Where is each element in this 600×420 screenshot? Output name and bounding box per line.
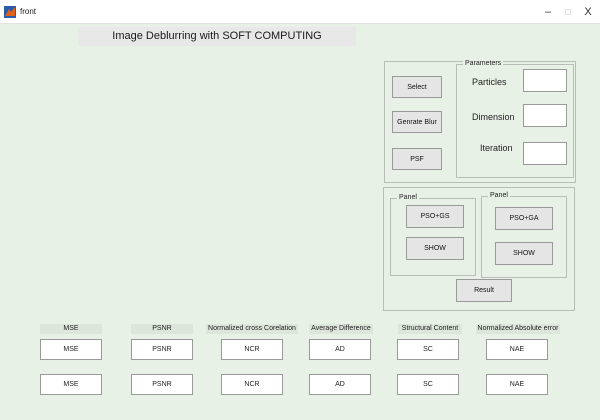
ad-field-1[interactable]: AD	[309, 339, 371, 360]
matlab-icon	[4, 6, 16, 18]
title-bar: front – □ X	[0, 0, 600, 24]
particles-label: Particles	[472, 77, 507, 87]
nae-field-2[interactable]: NAE	[486, 374, 548, 395]
metric-label: Average Difference	[309, 324, 373, 334]
mse-field-2[interactable]: MSE	[40, 374, 102, 395]
psf-button[interactable]: PSF	[392, 148, 442, 170]
dimension-input[interactable]	[523, 104, 567, 127]
iteration-input[interactable]	[523, 142, 567, 165]
close-button[interactable]: X	[576, 4, 600, 20]
metric-label: MSE	[40, 324, 102, 334]
pso-ga-show-button[interactable]: SHOW	[495, 242, 553, 265]
particles-input[interactable]	[523, 69, 567, 92]
pso-ga-button[interactable]: PSO+GA	[495, 207, 553, 230]
pso-gs-show-button[interactable]: SHOW	[406, 237, 464, 260]
metric-label: PSNR	[131, 324, 193, 334]
iteration-label: Iteration	[480, 143, 513, 153]
nae-field-1[interactable]: NAE	[486, 339, 548, 360]
mse-field-1[interactable]: MSE	[40, 339, 102, 360]
sc-field-1[interactable]: SC	[397, 339, 459, 360]
window-title: front	[20, 7, 37, 16]
metric-label: Normalized Absolute error	[476, 324, 560, 334]
select-button[interactable]: Select	[392, 76, 442, 98]
pso-gs-button[interactable]: PSO+GS	[406, 205, 464, 228]
pso-gs-panel-title: Panel	[397, 193, 419, 203]
pso-ga-panel-title: Panel	[488, 191, 510, 201]
app-heading: Image Deblurring with SOFT COMPUTING	[78, 27, 356, 46]
ncr-field-1[interactable]: NCR	[221, 339, 283, 360]
metric-label: Normalized cross Corelation	[206, 324, 298, 334]
parameters-title: Parameters	[463, 59, 504, 69]
ncr-field-2[interactable]: NCR	[221, 374, 283, 395]
metric-label: Structural Content	[398, 324, 462, 334]
psnr-field-2[interactable]: PSNR	[131, 374, 193, 395]
result-button[interactable]: Result	[456, 279, 512, 302]
psnr-field-1[interactable]: PSNR	[131, 339, 193, 360]
sc-field-2[interactable]: SC	[397, 374, 459, 395]
ad-field-2[interactable]: AD	[309, 374, 371, 395]
generate-blur-button[interactable]: Genrate Blur	[392, 111, 442, 133]
dimension-label: Dimension	[472, 112, 515, 122]
